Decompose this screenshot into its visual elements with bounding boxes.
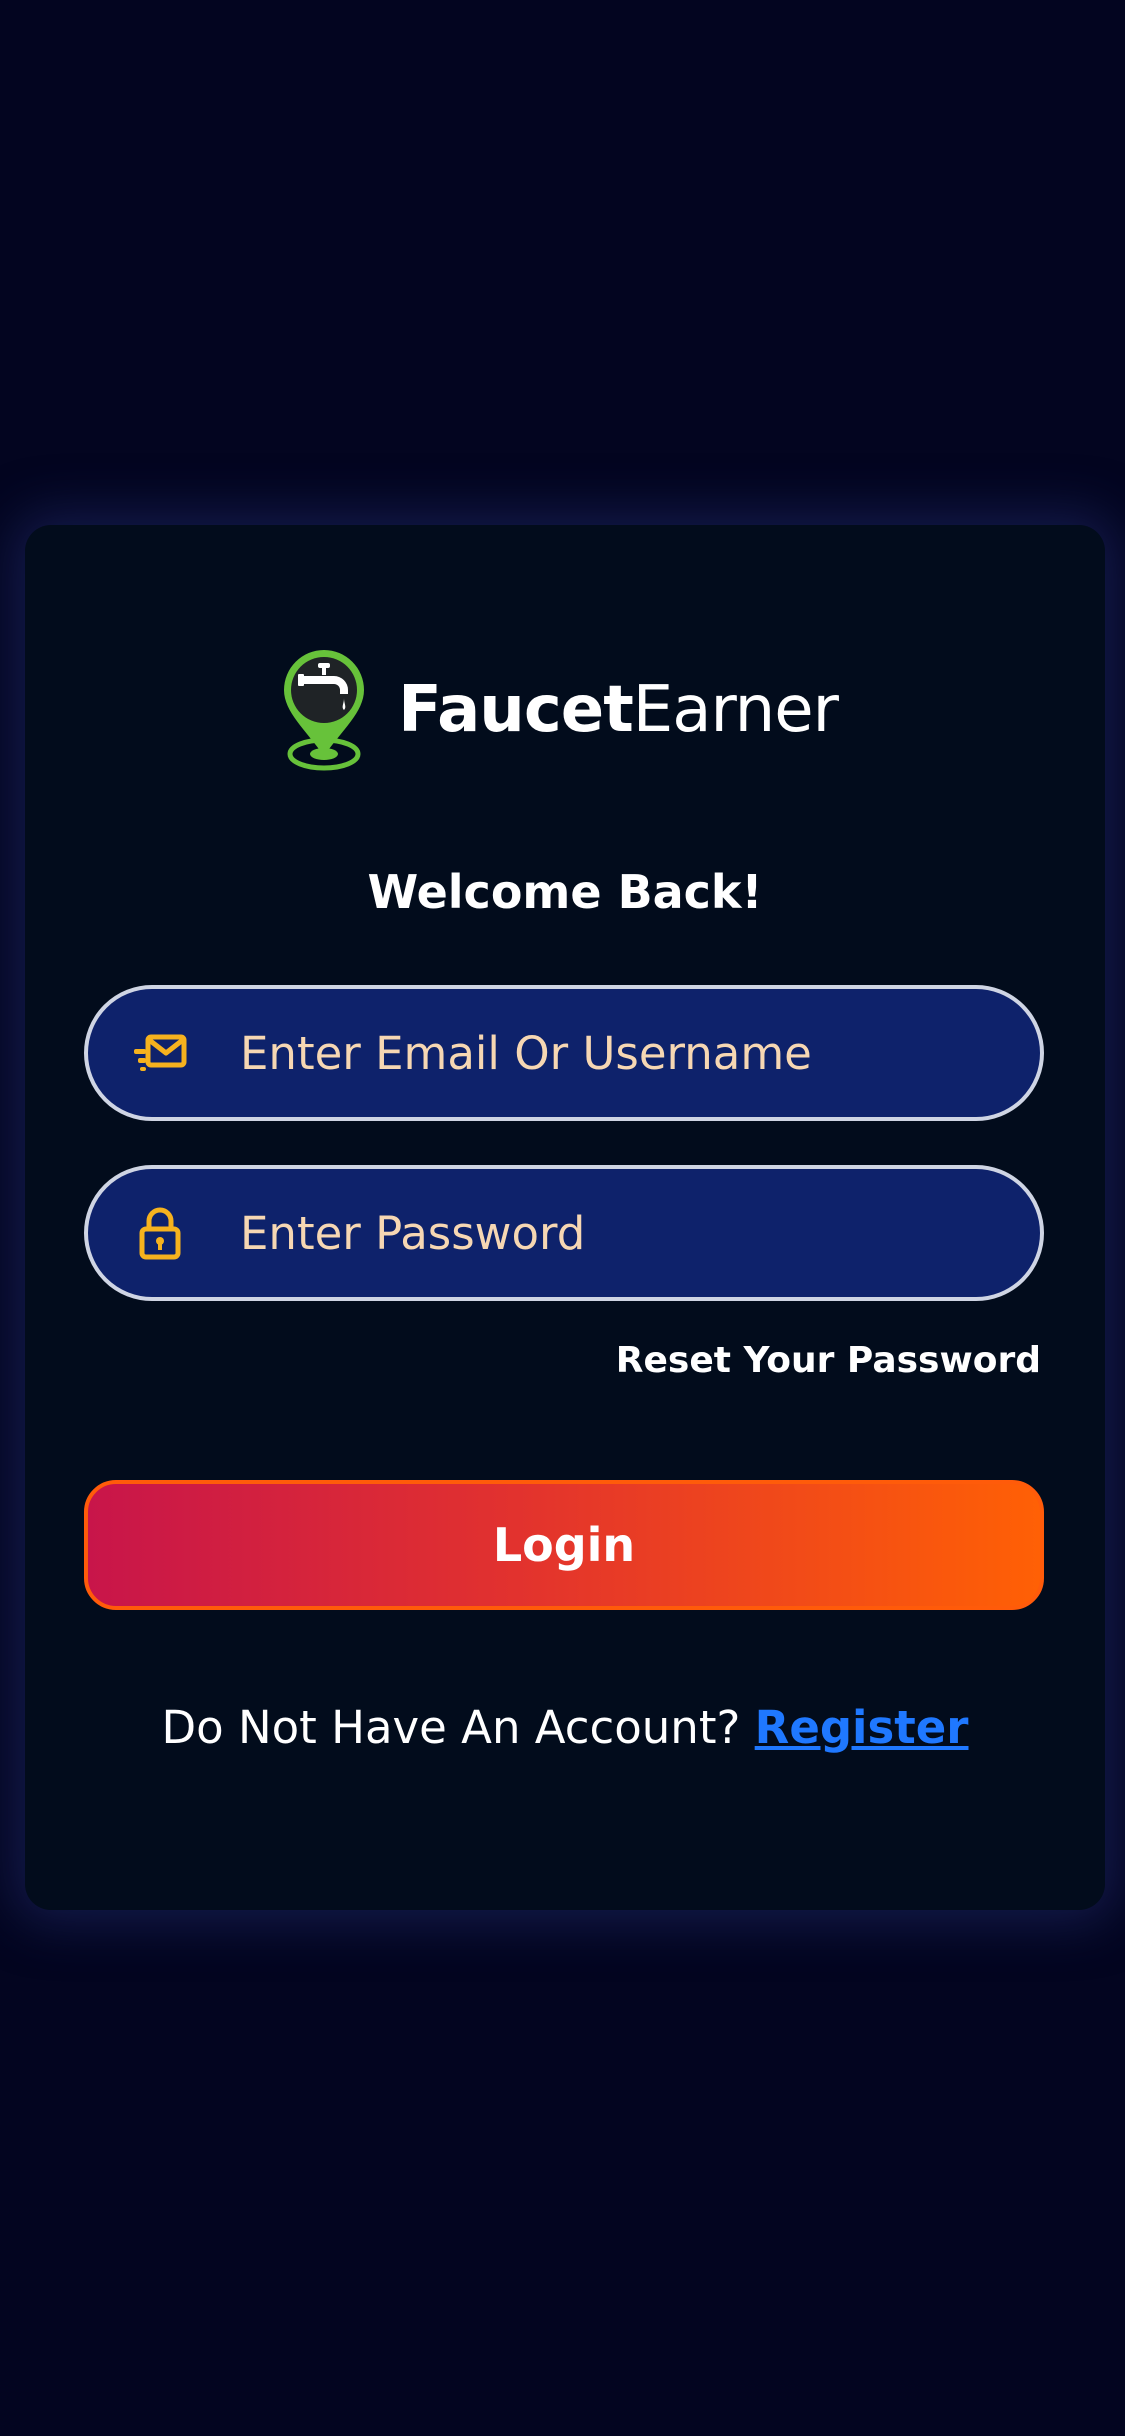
page: FaucetEarner Welcome Back! Reset Your Pa	[0, 0, 1125, 2436]
brand-name-light: Earner	[632, 673, 839, 747]
register-link[interactable]: Register	[755, 1701, 969, 1754]
brand-logo: FaucetEarner	[25, 645, 1105, 775]
email-input[interactable]	[240, 989, 1040, 1117]
email-field[interactable]	[84, 985, 1044, 1121]
faucet-location-pin-icon	[284, 650, 365, 771]
brand-name: FaucetEarner	[398, 673, 839, 747]
password-input[interactable]	[240, 1169, 1040, 1297]
brand-name-bold: Faucet	[398, 673, 634, 747]
reset-password-link[interactable]: Reset Your Password	[616, 1340, 1041, 1381]
login-button[interactable]: Login	[84, 1480, 1044, 1610]
password-field[interactable]	[84, 1165, 1044, 1301]
register-prompt-text: Do Not Have An Account?	[161, 1701, 741, 1754]
register-prompt: Do Not Have An Account? Register	[25, 1701, 1105, 1754]
login-card: FaucetEarner Welcome Back! Reset Your Pa	[25, 525, 1105, 1910]
envelope-icon	[134, 1034, 187, 1071]
welcome-heading: Welcome Back!	[367, 865, 763, 919]
padlock-icon	[139, 1207, 181, 1260]
